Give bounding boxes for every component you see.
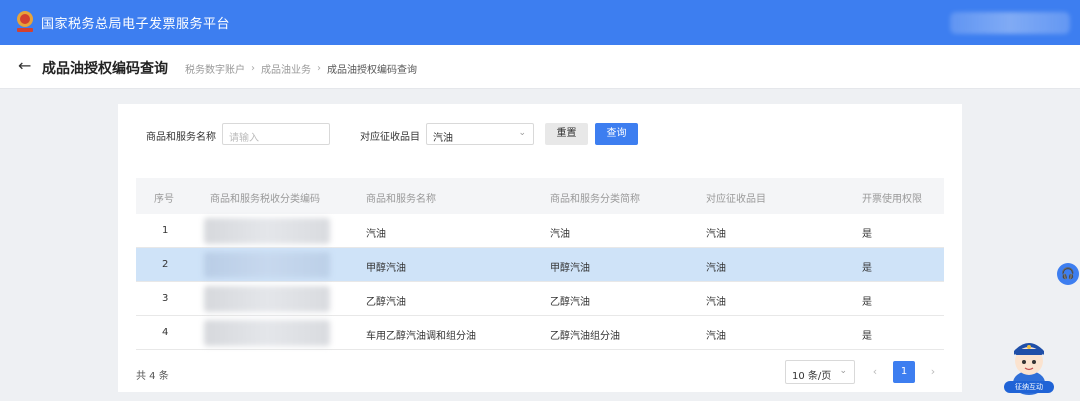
- category-filter-label: 对应征收品目: [360, 132, 420, 143]
- mascot-label[interactable]: 征纳互动: [1004, 381, 1054, 393]
- chevron-down-icon: ⌄: [518, 128, 526, 138]
- breadcrumb-item[interactable]: 成品油业务: [261, 61, 311, 76]
- row-category: 汽油: [706, 297, 726, 308]
- next-page-button[interactable]: ›: [924, 362, 942, 382]
- breadcrumb-separator-icon: ›: [317, 63, 321, 74]
- row-name: 车用乙醇汽油调和组分油: [366, 331, 476, 342]
- row-index: 1: [162, 225, 169, 236]
- row-name: 乙醇汽油: [366, 297, 406, 308]
- user-info[interactable]: [950, 12, 1070, 34]
- category-select[interactable]: 汽油 ⌄: [426, 123, 534, 145]
- row-category: 汽油: [706, 229, 726, 240]
- platform-title: 国家税务总局电子发票服务平台: [41, 17, 231, 32]
- category-select-value: 汽油: [433, 133, 453, 144]
- query-button[interactable]: 查询: [595, 123, 638, 145]
- row-index: 3: [162, 293, 169, 304]
- breadcrumb-separator-icon: ›: [251, 63, 255, 74]
- breadcrumb: 税务数字账户 › 成品油业务 › 成品油授权编码查询: [185, 61, 417, 76]
- column-header: 序号: [154, 194, 174, 205]
- redacted-code: [204, 320, 330, 346]
- row-short-name: 甲醇汽油: [550, 263, 590, 274]
- row-index: 4: [162, 327, 169, 338]
- total-count: 共 4 条: [136, 371, 169, 382]
- redacted-code: [204, 252, 330, 278]
- row-category: 汽油: [706, 331, 726, 342]
- breadcrumb-item[interactable]: 税务数字账户: [185, 61, 245, 76]
- breadcrumb-current: 成品油授权编码查询: [327, 65, 417, 76]
- name-search-input[interactable]: 请输入: [222, 123, 330, 145]
- row-index: 2: [162, 259, 169, 270]
- arrow-left-icon[interactable]: ←: [18, 57, 34, 75]
- table-row[interactable]: 2 甲醇汽油 甲醇汽油 汽油 是: [136, 248, 944, 282]
- redacted-code: [204, 286, 330, 312]
- top-bar: 国家税务总局电子发票服务平台: [0, 0, 1080, 45]
- row-short-name: 乙醇汽油: [550, 297, 590, 308]
- table-row[interactable]: 4 车用乙醇汽油调和组分油 乙醇汽油组分油 汽油 是: [136, 316, 944, 350]
- page-size-select[interactable]: 10 条/页 ⌄: [785, 360, 855, 384]
- redacted-code: [204, 218, 330, 244]
- table-header: 序号 商品和服务税收分类编码 商品和服务名称 商品和服务分类简称 对应征收品目 …: [136, 178, 944, 214]
- column-header: 对应征收品目: [706, 194, 766, 205]
- name-filter-label: 商品和服务名称: [146, 132, 216, 143]
- tax-emblem-icon: [17, 11, 33, 32]
- row-short-name: 乙醇汽油组分油: [550, 331, 620, 342]
- page-number-button[interactable]: 1: [893, 361, 915, 383]
- column-header: 商品和服务名称: [366, 194, 436, 205]
- page-title: 成品油授权编码查询: [42, 61, 168, 77]
- reset-button[interactable]: 重置: [545, 123, 588, 145]
- row-permission: 是: [862, 331, 872, 342]
- chevron-down-icon: ⌄: [839, 366, 847, 376]
- row-category: 汽油: [706, 263, 726, 274]
- page-size-value: 10 条/页: [792, 371, 832, 382]
- row-short-name: 汽油: [550, 229, 570, 240]
- table-row[interactable]: 1 汽油 汽油 汽油 是: [136, 214, 944, 248]
- headset-icon[interactable]: 🎧: [1057, 263, 1079, 285]
- column-header: 开票使用权限: [862, 194, 922, 205]
- row-permission: 是: [862, 229, 872, 240]
- row-permission: 是: [862, 297, 872, 308]
- column-header: 商品和服务税收分类编码: [210, 194, 320, 205]
- row-name: 甲醇汽油: [366, 263, 406, 274]
- column-header: 商品和服务分类简称: [550, 194, 640, 205]
- query-card: 商品和服务名称 请输入 对应征收品目 汽油 ⌄ 重置 查询 序号 商品和服务税收…: [118, 104, 962, 392]
- result-table: 序号 商品和服务税收分类编码 商品和服务名称 商品和服务分类简称 对应征收品目 …: [136, 178, 944, 350]
- prev-page-button[interactable]: ‹: [866, 362, 884, 382]
- table-row[interactable]: 3 乙醇汽油 乙醇汽油 汽油 是: [136, 282, 944, 316]
- row-name: 汽油: [366, 229, 386, 240]
- page-header: ← 成品油授权编码查询 税务数字账户 › 成品油业务 › 成品油授权编码查询: [0, 45, 1080, 89]
- row-permission: 是: [862, 263, 872, 274]
